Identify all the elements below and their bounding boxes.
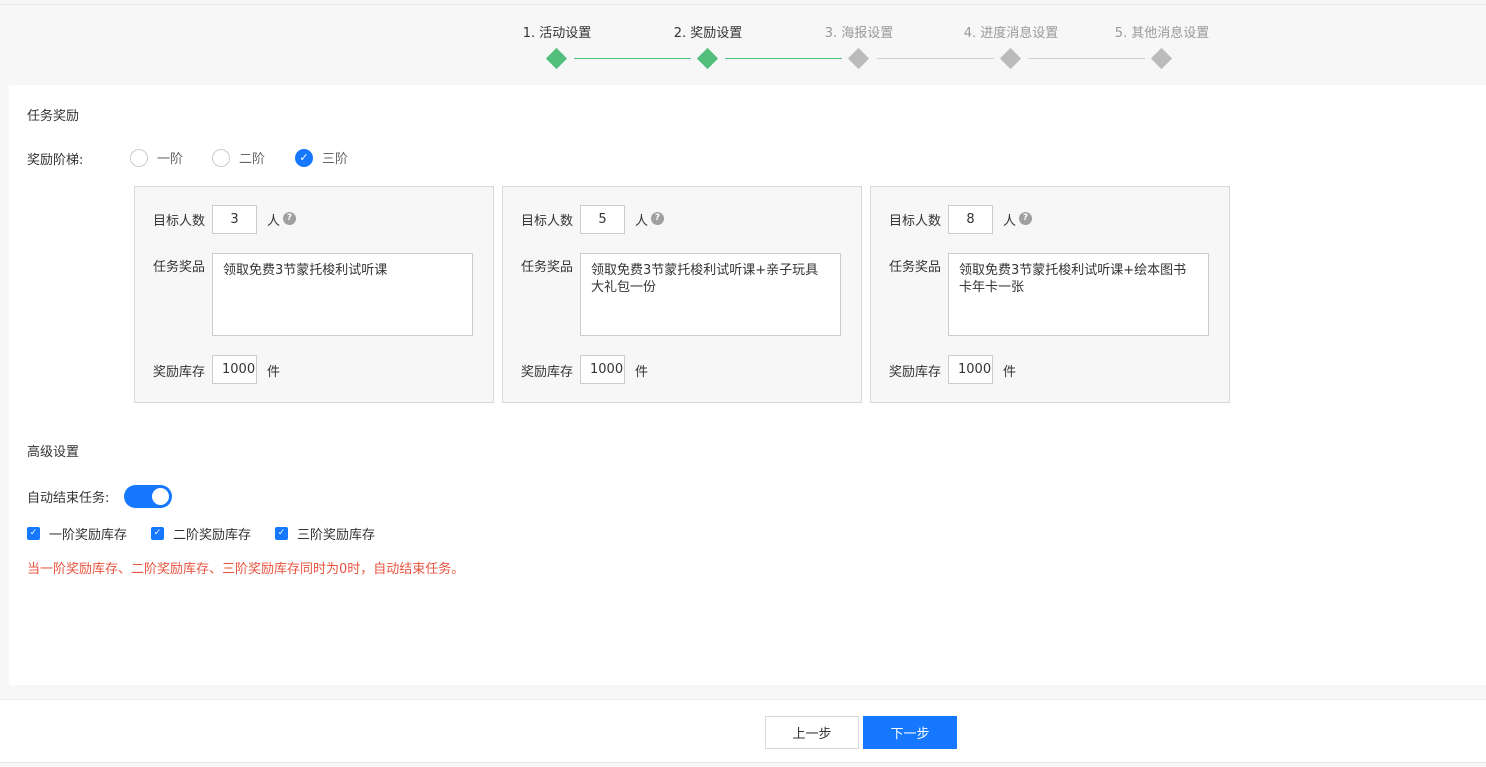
step-diamond-icon xyxy=(847,47,870,70)
prize-textarea[interactable]: 领取免费3节蒙托梭利试听课 xyxy=(212,253,473,336)
target-unit: 人 xyxy=(1003,214,1017,229)
stock-unit: 件 xyxy=(1003,365,1017,380)
stock-label: 奖励库存 xyxy=(521,365,574,380)
step-reward-settings[interactable]: 2. 奖励设置 xyxy=(643,22,773,70)
step-label: 3. 海报设置 xyxy=(824,26,894,41)
step-activity-settings[interactable]: 1. 活动设置 xyxy=(492,22,622,70)
footer-bar: 上一步 下一步 xyxy=(0,699,1486,763)
tier-card-2: 目标人数 5 人 ? 任务奖品 领取免费3节蒙托梭利试听课+亲子玩具大礼包一份 … xyxy=(502,186,862,403)
tier-radio-2[interactable]: ✓ 二阶 xyxy=(212,148,265,167)
step-diamond-icon xyxy=(696,47,719,70)
tier-card-1: 目标人数 3 人 ? 任务奖品 领取免费3节蒙托梭利试听课 奖励库存 1000 … xyxy=(134,186,494,403)
reward-tier-label: 奖励阶梯: xyxy=(27,153,84,168)
radio-label: 三阶 xyxy=(322,152,349,167)
step-connector-2 xyxy=(725,58,842,59)
step-diamond-icon xyxy=(1150,47,1173,70)
checkbox-check-icon[interactable]: ✓ xyxy=(27,527,40,540)
target-count-input[interactable]: 5 xyxy=(580,205,625,234)
step-label: 4. 进度消息设置 xyxy=(963,26,1059,41)
stock-unit: 件 xyxy=(635,365,649,380)
prize-label: 任务奖品 xyxy=(153,260,206,275)
step-poster-settings[interactable]: 3. 海报设置 xyxy=(794,22,924,70)
advanced-settings-title: 高级设置 xyxy=(27,445,80,460)
checkbox-label: 二阶奖励库存 xyxy=(173,528,252,543)
checkbox-label: 三阶奖励库存 xyxy=(297,528,376,543)
step-diamond-icon xyxy=(545,47,568,70)
target-count-label: 目标人数 xyxy=(521,214,574,229)
target-unit: 人 xyxy=(635,214,649,229)
step-connector-4 xyxy=(1028,58,1145,59)
radio-circle[interactable]: ✓ xyxy=(130,148,148,167)
toggle-knob xyxy=(152,488,169,505)
step-label: 5. 其他消息设置 xyxy=(1114,26,1210,41)
prize-label: 任务奖品 xyxy=(889,260,942,275)
stock-input[interactable]: 1000 xyxy=(948,355,993,384)
stock-label: 奖励库存 xyxy=(153,365,206,380)
step-connector-3 xyxy=(877,58,994,59)
main-form: 任务奖励 奖励阶梯: ✓ 一阶 ✓ 二阶 ✓ 三阶 目标人数 3 人 ? 任务奖… xyxy=(9,85,1486,685)
checkbox-tier2-stock[interactable]: ✓ 二阶奖励库存 xyxy=(151,524,251,543)
auto-end-toggle[interactable] xyxy=(124,485,172,508)
tier-radio-1[interactable]: ✓ 一阶 xyxy=(130,148,183,167)
prize-label: 任务奖品 xyxy=(521,260,574,275)
stock-label: 奖励库存 xyxy=(889,365,942,380)
step-connector-1 xyxy=(574,58,691,59)
radio-circle[interactable]: ✓ xyxy=(295,148,313,167)
auto-end-warning: 当一阶奖励库存、二阶奖励库存、三阶奖励库存同时为0时，自动结束任务。 xyxy=(27,562,465,577)
step-progress: 1. 活动设置 2. 奖励设置 3. 海报设置 4. 进度消息设置 5. 其他消… xyxy=(0,0,1486,85)
target-unit: 人 xyxy=(267,214,281,229)
check-icon: ✓ xyxy=(299,151,309,164)
help-icon[interactable]: ? xyxy=(1019,212,1032,225)
step-label: 1. 活动设置 xyxy=(522,26,592,41)
stock-input[interactable]: 1000 xyxy=(580,355,625,384)
next-step-button[interactable]: 下一步 xyxy=(863,716,957,749)
target-count-label: 目标人数 xyxy=(889,214,942,229)
tier-card-3: 目标人数 8 人 ? 任务奖品 领取免费3节蒙托梭利试听课+绘本图书卡年卡一张 … xyxy=(870,186,1230,403)
tier-radio-3[interactable]: ✓ 三阶 xyxy=(295,148,348,167)
stock-input[interactable]: 1000 xyxy=(212,355,257,384)
radio-label: 二阶 xyxy=(239,152,266,167)
checkbox-tier1-stock[interactable]: ✓ 一阶奖励库存 xyxy=(27,524,127,543)
stock-unit: 件 xyxy=(267,365,281,380)
checkbox-label: 一阶奖励库存 xyxy=(49,528,128,543)
checkbox-check-icon[interactable]: ✓ xyxy=(151,527,164,540)
target-count-input[interactable]: 3 xyxy=(212,205,257,234)
radio-label: 一阶 xyxy=(157,152,184,167)
prize-textarea[interactable]: 领取免费3节蒙托梭利试听课+亲子玩具大礼包一份 xyxy=(580,253,841,336)
step-other-message-settings[interactable]: 5. 其他消息设置 xyxy=(1097,22,1227,70)
target-count-label: 目标人数 xyxy=(153,214,206,229)
help-icon[interactable]: ? xyxy=(283,212,296,225)
prize-textarea[interactable]: 领取免费3节蒙托梭利试听课+绘本图书卡年卡一张 xyxy=(948,253,1209,336)
step-diamond-icon xyxy=(999,47,1022,70)
step-progress-message-settings[interactable]: 4. 进度消息设置 xyxy=(946,22,1076,70)
target-count-input[interactable]: 8 xyxy=(948,205,993,234)
checkbox-tier3-stock[interactable]: ✓ 三阶奖励库存 xyxy=(275,524,375,543)
help-icon[interactable]: ? xyxy=(651,212,664,225)
step-label: 2. 奖励设置 xyxy=(673,26,743,41)
radio-circle[interactable]: ✓ xyxy=(212,148,230,167)
auto-end-label: 自动结束任务: xyxy=(27,491,110,506)
checkbox-check-icon[interactable]: ✓ xyxy=(275,527,288,540)
prev-step-button[interactable]: 上一步 xyxy=(765,716,859,749)
task-reward-title: 任务奖励 xyxy=(27,109,80,124)
